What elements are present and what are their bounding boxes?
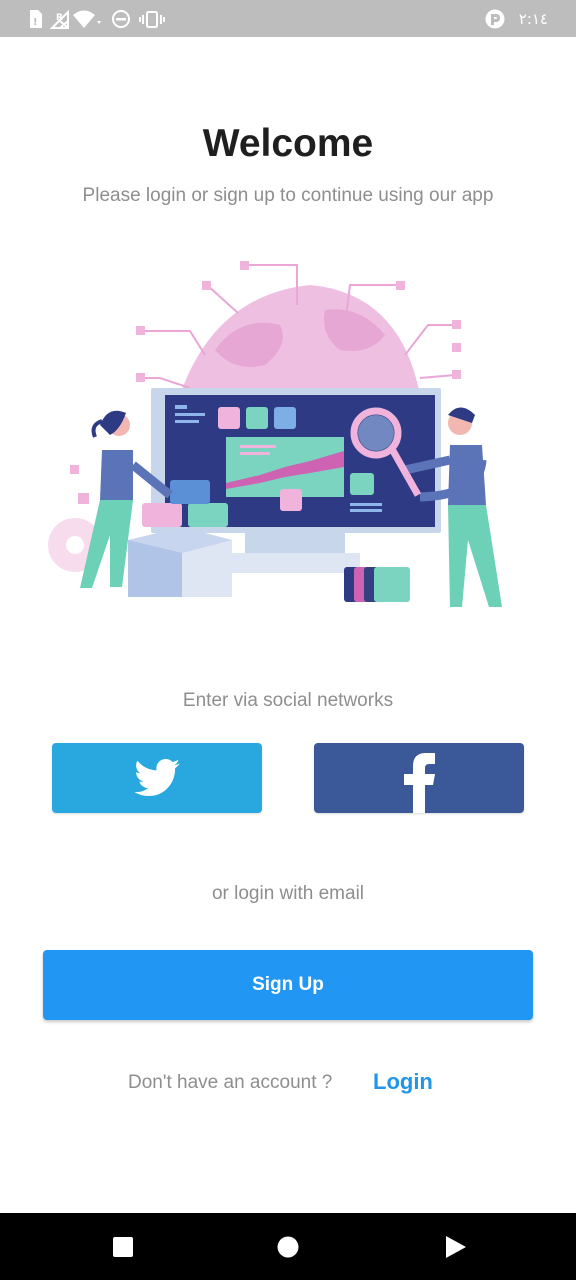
do-not-disturb-icon xyxy=(112,10,130,28)
twitter-icon xyxy=(134,759,180,797)
status-bar: ! R ٢:١٤ xyxy=(0,0,576,37)
social-networks-label: Enter via social networks xyxy=(182,690,394,711)
account-prompt: Don't have an account ? Login xyxy=(0,1068,576,1098)
facebook-login-button[interactable] xyxy=(314,743,524,813)
login-link[interactable]: Login xyxy=(373,1069,433,1095)
svg-text:!: ! xyxy=(33,17,38,28)
status-icons-right: ٢:١٤ xyxy=(485,8,548,30)
welcome-screen: ! R ٢:١٤ Welcome Please login or sign up… xyxy=(0,0,576,1280)
facebook-icon xyxy=(404,753,435,813)
email-login-label: or login with email xyxy=(211,883,365,904)
world-data-analytics-illustration xyxy=(48,261,502,607)
no-signal-icon: R xyxy=(49,9,69,29)
recents-icon[interactable] xyxy=(110,1234,136,1260)
twitter-login-button[interactable] xyxy=(52,743,262,813)
status-time: ٢:١٤ xyxy=(518,10,548,28)
sign-up-button[interactable]: Sign Up xyxy=(43,950,533,1020)
navigation-bar xyxy=(0,1213,576,1280)
page-subtitle: Please login or sign up to continue usin… xyxy=(82,185,494,206)
page-title: Welcome xyxy=(202,122,374,165)
wifi-icon xyxy=(73,10,101,28)
home-icon[interactable] xyxy=(275,1234,301,1260)
vibrate-icon xyxy=(139,11,165,28)
sim-card-icon: ! xyxy=(30,10,42,28)
status-icons-left: ! R xyxy=(30,9,165,29)
no-account-text: Don't have an account ? xyxy=(128,1072,333,1093)
back-icon[interactable] xyxy=(442,1234,468,1260)
notification-app-icon xyxy=(485,9,505,29)
